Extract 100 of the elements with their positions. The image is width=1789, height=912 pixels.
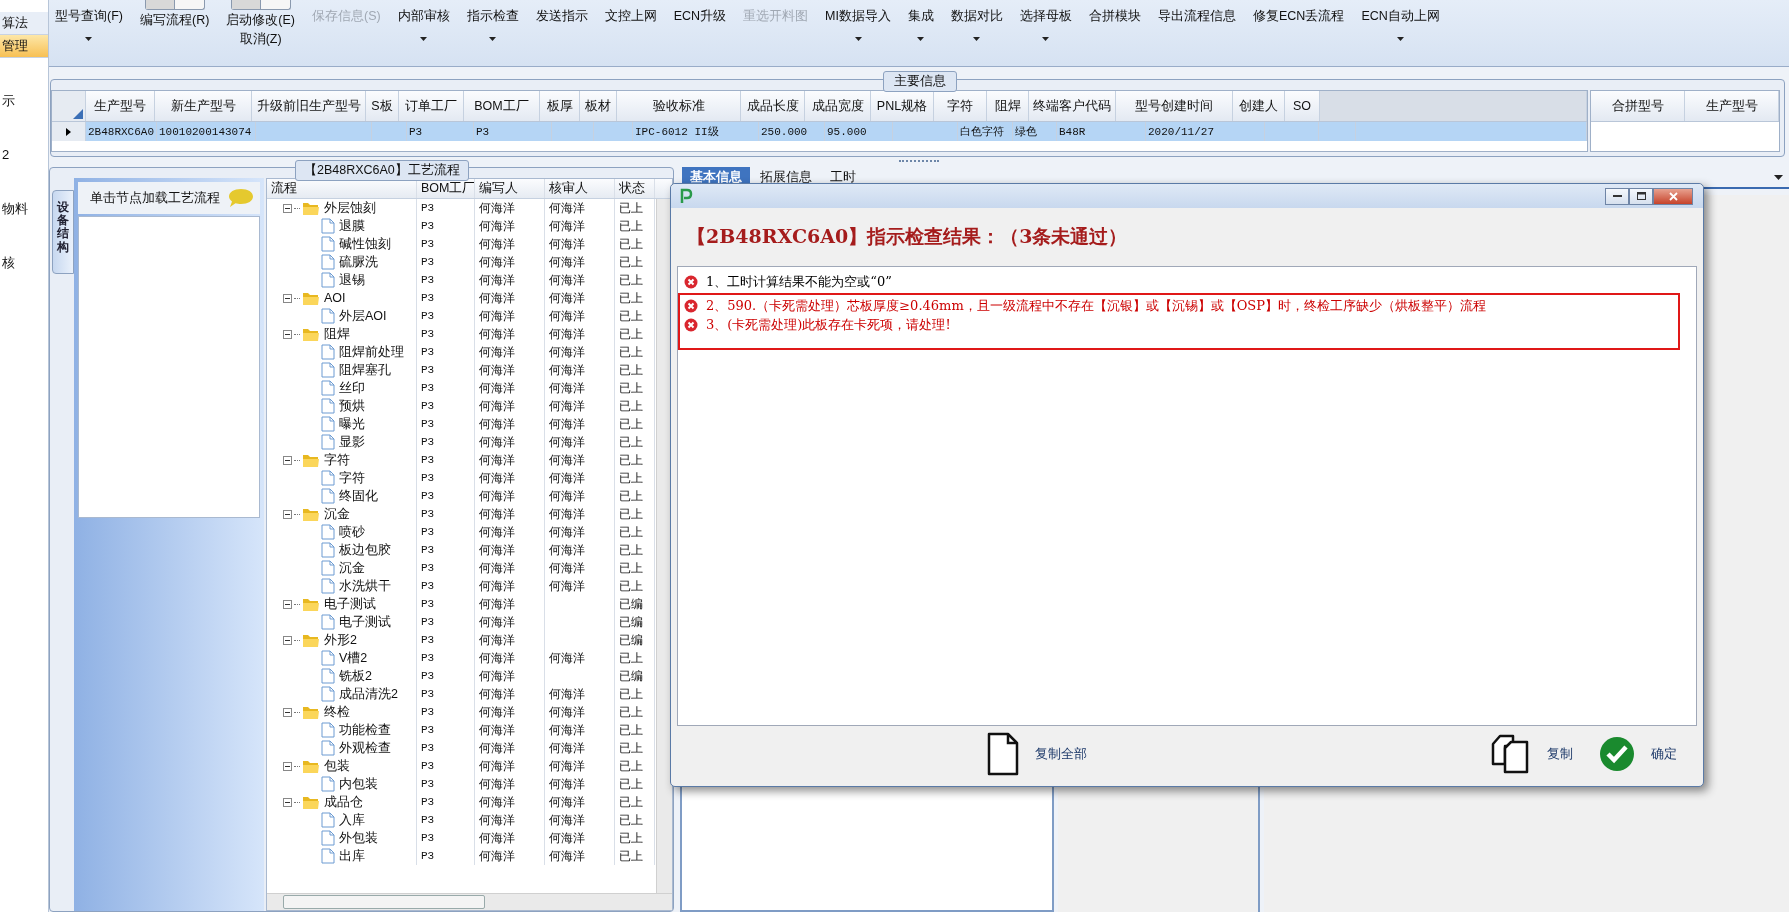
- tree-node-label[interactable]: 成品仓: [324, 793, 363, 811]
- toolbar-button[interactable]: 内部审核: [395, 0, 452, 41]
- tree-node-label[interactable]: 终检: [324, 703, 350, 721]
- tree-node-label[interactable]: 铣板2: [339, 667, 372, 685]
- tree-node-label[interactable]: 曝光: [339, 415, 365, 433]
- tree-node-label[interactable]: 水洗烘干: [339, 577, 391, 595]
- tree-node-label[interactable]: 外观检查: [339, 739, 391, 757]
- minimize-button[interactable]: [1605, 187, 1629, 205]
- column-header[interactable]: 创建人: [1233, 91, 1285, 121]
- tree-node-label[interactable]: 外层AOI: [339, 307, 387, 325]
- tree-node-label[interactable]: 包装: [324, 757, 350, 775]
- collapse-toggle-icon[interactable]: [283, 707, 292, 717]
- tree-node-label[interactable]: AOI: [324, 291, 346, 305]
- nav-item[interactable]: 核: [0, 252, 48, 274]
- column-header[interactable]: 核审人: [545, 179, 615, 198]
- tree-node-label[interactable]: 出库: [339, 847, 365, 865]
- column-header[interactable]: 流程: [267, 179, 417, 198]
- toolbar-button[interactable]: 启动修改(E) 取消(Z): [224, 10, 297, 48]
- column-header[interactable]: BOM工厂: [464, 91, 540, 121]
- toolbar-button[interactable]: 集成: [905, 0, 936, 41]
- column-header[interactable]: 板材: [580, 91, 617, 121]
- tree-node-label[interactable]: 丝印: [339, 379, 365, 397]
- toolbar-button[interactable]: 指示检查: [464, 0, 521, 41]
- column-header[interactable]: 字符: [934, 91, 987, 121]
- tree-node-label[interactable]: 阻焊塞孔: [339, 361, 391, 379]
- nav-item[interactable]: 示: [0, 90, 48, 112]
- toolbar-button[interactable]: MI数据导入: [823, 0, 893, 41]
- toolbar-button[interactable]: 文控上网: [602, 0, 659, 25]
- tree-node-label[interactable]: 板边包胶: [339, 541, 391, 559]
- tree-node-label[interactable]: 外包装: [339, 829, 378, 847]
- tree-node-label[interactable]: 内包装: [339, 775, 378, 793]
- tree-node-label[interactable]: 电子测试: [339, 613, 391, 631]
- column-header[interactable]: BOM工厂: [417, 179, 475, 198]
- copy-button[interactable]: 复制: [1491, 734, 1573, 774]
- column-header[interactable]: 生产型号: [86, 91, 155, 121]
- tree-node-label[interactable]: 阻焊: [324, 325, 350, 343]
- tree-node-label[interactable]: 电子测试: [324, 595, 376, 613]
- tree-node-label[interactable]: 外形2: [324, 631, 357, 649]
- tree-node-label[interactable]: 入库: [339, 811, 365, 829]
- collapse-toggle-icon[interactable]: [283, 635, 292, 645]
- column-header[interactable]: 合拼型号: [1591, 91, 1685, 121]
- column-header[interactable]: 订单工厂: [399, 91, 464, 121]
- collapse-toggle-icon[interactable]: [283, 797, 292, 807]
- tree-node-label[interactable]: 硫脲洗: [339, 253, 378, 271]
- collapse-toggle-icon[interactable]: [283, 599, 292, 609]
- confirm-button[interactable]: 确定: [1599, 734, 1677, 774]
- maximize-button[interactable]: [1629, 187, 1653, 205]
- toolbar-button[interactable]: 修复ECN丢流程: [1250, 0, 1347, 25]
- collapse-toggle-icon[interactable]: [283, 455, 292, 465]
- column-header[interactable]: 新生产型号: [155, 91, 252, 121]
- toggle-switch[interactable]: [230, 0, 291, 10]
- column-header[interactable]: 生产型号: [1685, 91, 1779, 121]
- toggle-switch[interactable]: [144, 0, 205, 10]
- tree-node-label[interactable]: 成品清洗2: [339, 685, 398, 703]
- tree-node-label[interactable]: 外层蚀刻: [324, 199, 376, 217]
- copy-all-button[interactable]: 复制全部: [987, 732, 1087, 776]
- column-header[interactable]: 升级前旧生产型号: [252, 91, 366, 121]
- toolbar-button[interactable]: ECN升级: [671, 0, 729, 25]
- tree-node-label[interactable]: 显影: [339, 433, 365, 451]
- column-header[interactable]: S板: [366, 91, 399, 121]
- toolbar-button[interactable]: 合拼模块: [1086, 0, 1143, 25]
- collapse-toggle-icon[interactable]: [283, 203, 292, 213]
- column-header[interactable]: 成品长度: [741, 91, 805, 121]
- collapse-toggle-icon[interactable]: [283, 329, 292, 339]
- horizontal-scrollbar[interactable]: [267, 893, 672, 910]
- tree-node-label[interactable]: 阻焊前处理: [339, 343, 404, 361]
- toolbar-button[interactable]: 数据对比: [948, 0, 1005, 41]
- collapse-toggle-icon[interactable]: [283, 293, 292, 303]
- toolbar-button[interactable]: 发送指示: [533, 0, 590, 25]
- column-header[interactable]: 阻焊: [987, 91, 1029, 121]
- collapse-toggle-icon[interactable]: [283, 509, 292, 519]
- tree-node-label[interactable]: 功能检查: [339, 721, 391, 739]
- column-header[interactable]: 终端客户代码: [1029, 91, 1116, 121]
- table-row[interactable]: 2B48RXC6A0 10010200143074 P3 P3 IPC-6012 II级 250.000 95.000 白色字符 绿色 B48R 2020/11/27: [52, 122, 1587, 141]
- tree-node-label[interactable]: 字符: [339, 469, 365, 487]
- toolbar-button[interactable]: 选择母板: [1017, 0, 1074, 41]
- column-header[interactable]: 编写人: [475, 179, 545, 198]
- column-header[interactable]: 型号创建时间: [1116, 91, 1233, 121]
- nav-item[interactable]: 2: [0, 144, 48, 166]
- tree-node-label[interactable]: 退锡: [339, 271, 365, 289]
- column-header[interactable]: 状态: [615, 179, 655, 198]
- tree-node-label[interactable]: 沉金: [339, 559, 365, 577]
- column-header[interactable]: 成品宽度: [805, 91, 871, 121]
- tree-node-label[interactable]: 终固化: [339, 487, 378, 505]
- tree-node-label[interactable]: 预烘: [339, 397, 365, 415]
- tree-node-label[interactable]: 字符: [324, 451, 350, 469]
- collapse-toggle-icon[interactable]: [283, 761, 292, 771]
- close-button[interactable]: [1653, 187, 1693, 205]
- toolbar-button[interactable]: ECN自动上网: [1359, 0, 1442, 41]
- tree-node-label[interactable]: 喷砂: [339, 523, 365, 541]
- column-header[interactable]: 板厚: [540, 91, 580, 121]
- toolbar-button[interactable]: 导出流程信息: [1155, 0, 1238, 25]
- tree-node-label[interactable]: 沉金: [324, 505, 350, 523]
- tree-node-label[interactable]: V槽2: [339, 649, 368, 667]
- dropdown-icon[interactable]: [1774, 174, 1783, 180]
- column-header[interactable]: 验收标准: [617, 91, 741, 121]
- nav-item[interactable]: 物料: [0, 198, 48, 220]
- tree-node-label[interactable]: 退膜: [339, 217, 365, 235]
- nav-item[interactable]: 管理: [0, 35, 48, 58]
- nav-item[interactable]: 算法: [0, 12, 48, 35]
